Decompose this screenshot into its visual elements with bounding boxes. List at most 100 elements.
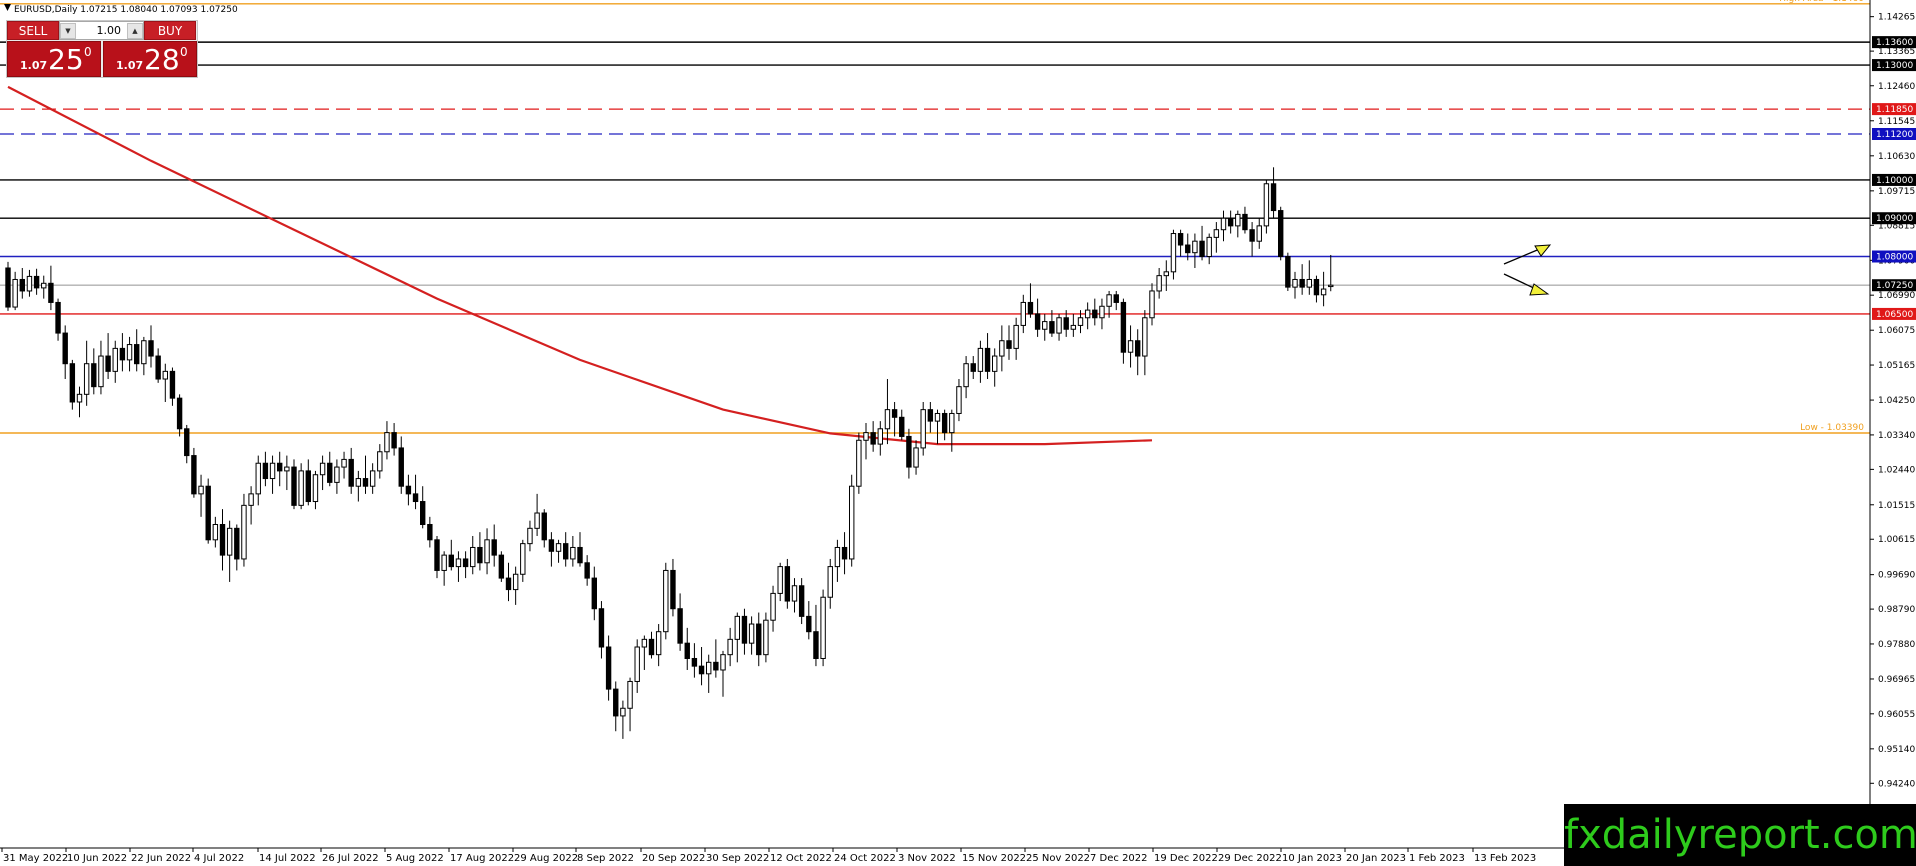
- candle-body: [1263, 183, 1270, 227]
- y-tick-label: 1.13365: [1878, 47, 1915, 57]
- candle-body: [462, 558, 469, 568]
- candle-body: [169, 370, 176, 399]
- candle: [1170, 229, 1177, 280]
- candle-body: [534, 512, 540, 529]
- lot-size-field[interactable]: ▼ 1.00 ▲: [59, 21, 144, 40]
- candle-body: [727, 638, 733, 656]
- candle-body: [677, 608, 683, 644]
- candle-body: [355, 478, 362, 487]
- sell-price-pips: 25: [48, 43, 84, 76]
- candle-body: [1142, 317, 1148, 357]
- sell-button[interactable]: SELL: [7, 21, 59, 40]
- candle-body: [434, 539, 440, 571]
- candle-body: [455, 558, 462, 568]
- candle-body: [605, 646, 612, 690]
- candle-body: [1206, 236, 1212, 258]
- candle: [5, 261, 11, 311]
- candle-body: [398, 447, 404, 487]
- lot-increase-icon[interactable]: ▲: [127, 23, 143, 39]
- sell-price-box[interactable]: 1.07 25 0: [7, 41, 101, 77]
- candle-body: [341, 458, 347, 468]
- x-tick-label: 20 Sep 2022: [642, 853, 705, 864]
- candle-body: [5, 267, 11, 308]
- candle-body: [1034, 313, 1041, 330]
- candle-body: [134, 344, 140, 365]
- buy-price-box[interactable]: 1.07 28 0: [103, 41, 197, 77]
- candle-body: [1320, 288, 1327, 296]
- buy-button[interactable]: BUY: [144, 21, 196, 40]
- candle-body: [663, 569, 669, 633]
- candle-body: [1106, 294, 1112, 307]
- candle-body: [784, 566, 791, 602]
- candle-body: [555, 543, 562, 552]
- candle-body: [1056, 317, 1062, 334]
- candle-body: [112, 347, 118, 372]
- x-tick-label: 12 Oct 2022: [770, 853, 832, 864]
- x-tick-label: 29 Dec 2022: [1218, 853, 1282, 864]
- candle-body: [684, 642, 690, 659]
- y-tick-label: 1.03340: [1878, 431, 1915, 441]
- candle-body: [798, 585, 805, 617]
- candle-body: [1249, 229, 1255, 242]
- x-tick-label: 14 Jul 2022: [259, 853, 316, 864]
- candle-body: [849, 485, 855, 560]
- candle-body: [448, 554, 455, 568]
- candle-body: [484, 539, 490, 564]
- candle-body: [1278, 210, 1284, 258]
- candle: [69, 359, 76, 410]
- candle-body: [148, 340, 154, 357]
- candle-body: [741, 615, 748, 644]
- candle-body: [570, 546, 576, 560]
- candle-body: [834, 546, 841, 568]
- y-tick-label: 1.11545: [1878, 117, 1915, 127]
- candle-body: [184, 428, 190, 457]
- x-tick-label: 29 Aug 2022: [514, 853, 578, 864]
- level-tag-label: 1.11200: [1876, 130, 1913, 140]
- x-tick-label: 8 Sep 2022: [577, 853, 634, 864]
- x-tick-label: 3 Nov 2022: [898, 853, 956, 864]
- candle: [849, 474, 855, 567]
- candle-body: [634, 646, 640, 682]
- y-tick-label: 0.98790: [1878, 605, 1915, 615]
- candle-body: [76, 393, 83, 403]
- candle-body: [791, 585, 798, 602]
- candle-body: [226, 527, 233, 556]
- candle-body: [1027, 301, 1034, 315]
- x-tick-label: 1 Feb 2023: [1409, 853, 1465, 864]
- candle-body: [1227, 217, 1234, 227]
- candle-body: [734, 615, 740, 640]
- candle-body: [670, 569, 676, 610]
- candle-body: [648, 638, 655, 656]
- candle-body: [470, 546, 476, 568]
- candle-body: [205, 485, 211, 541]
- candle-body: [291, 466, 297, 506]
- candle-body: [269, 462, 276, 480]
- candle: [820, 589, 826, 667]
- candle-body: [1306, 278, 1312, 288]
- candle-body: [777, 566, 783, 594]
- candle-body: [362, 478, 369, 487]
- candle-body: [748, 623, 755, 644]
- candle-body: [384, 432, 390, 453]
- level-tag-label: 1.08000: [1876, 253, 1913, 263]
- candle-body: [820, 596, 826, 659]
- watermark-logo: fxdailyreport.com: [1564, 804, 1916, 866]
- level-tag-label: 1.11850: [1876, 105, 1913, 115]
- candle-body: [856, 439, 862, 487]
- lot-size-value[interactable]: 1.00: [78, 22, 125, 39]
- price-chart[interactable]: 1.14265 1.13365 1.12460 1.11545 1.10630 1.097…: [0, 0, 1916, 866]
- candle-body: [906, 435, 912, 468]
- lot-decrease-icon[interactable]: ▼: [60, 23, 76, 39]
- x-tick-label: 7 Dec 2022: [1090, 853, 1148, 864]
- candle-body: [1328, 284, 1334, 288]
- candle-body: [312, 474, 319, 503]
- candle-body: [756, 623, 762, 656]
- y-tick-label: 1.00615: [1878, 535, 1915, 545]
- candle-body: [1042, 321, 1048, 330]
- candle-body: [377, 451, 383, 472]
- candle-body: [1270, 183, 1277, 212]
- candle: [205, 478, 211, 544]
- candle-body: [477, 546, 483, 564]
- candle-body: [284, 466, 290, 472]
- level-label: High Area - 1.1460: [1779, 0, 1864, 4]
